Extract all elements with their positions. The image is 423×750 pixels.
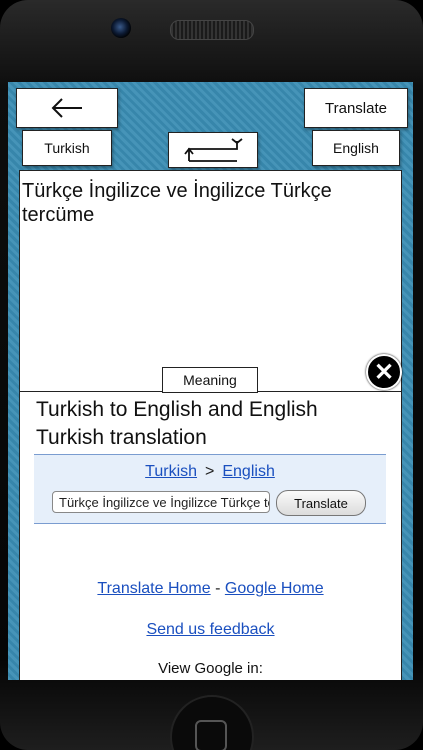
translate-button[interactable]: Translate xyxy=(304,88,408,128)
target-language-button[interactable]: English xyxy=(312,130,400,166)
language-pair: Turkish > English xyxy=(34,463,386,481)
query-input[interactable]: Türkçe İngilizce ve İngilizce Türkçe ter… xyxy=(52,491,270,513)
link-separator: - xyxy=(215,580,221,597)
google-home-link[interactable]: Google Home xyxy=(225,580,324,597)
swap-arrows-icon xyxy=(184,138,243,162)
app-screen: Translate Turkish English Türkçe İngiliz… xyxy=(8,82,413,680)
clear-button[interactable]: ✕ xyxy=(366,354,402,390)
home-square-icon xyxy=(195,720,227,750)
view-google-in-label: View Google in: xyxy=(158,660,263,677)
lang-from-link[interactable]: Turkish xyxy=(145,463,197,480)
lang-to-link[interactable]: English xyxy=(222,463,274,480)
camera-icon xyxy=(111,18,131,38)
arrow-left-icon xyxy=(51,98,82,118)
input-text-area[interactable]: Türkçe İngilizce ve İngilizce Türkçe ter… xyxy=(19,170,402,394)
speaker-grille xyxy=(170,20,254,40)
meaning-tab[interactable]: Meaning xyxy=(162,367,258,393)
result-title: Turkish to English and English Turkish t… xyxy=(36,398,318,449)
close-icon: ✕ xyxy=(373,358,395,386)
phone-frame: Translate Turkish English Türkçe İngiliz… xyxy=(0,0,423,750)
google-translate-box: Turkish > English Türkçe İngilizce ve İngi… xyxy=(34,454,386,524)
input-text[interactable]: Türkçe İngilizce ve İngilizce Türkçe ter… xyxy=(22,179,392,227)
back-button[interactable] xyxy=(16,88,118,128)
translate-home-link[interactable]: Translate Home xyxy=(97,580,210,597)
swap-languages-button[interactable] xyxy=(168,132,258,168)
footer-links: Translate Home - Google Home xyxy=(20,580,401,598)
google-translate-button[interactable]: Translate xyxy=(276,490,366,516)
feedback-row: Send us feedback xyxy=(20,621,401,639)
feedback-link[interactable]: Send us feedback xyxy=(146,621,274,638)
source-language-button[interactable]: Turkish xyxy=(22,130,112,166)
result-webview: Turkish to English and English Turkish t… xyxy=(19,391,402,680)
lang-arrow: > xyxy=(205,463,215,480)
